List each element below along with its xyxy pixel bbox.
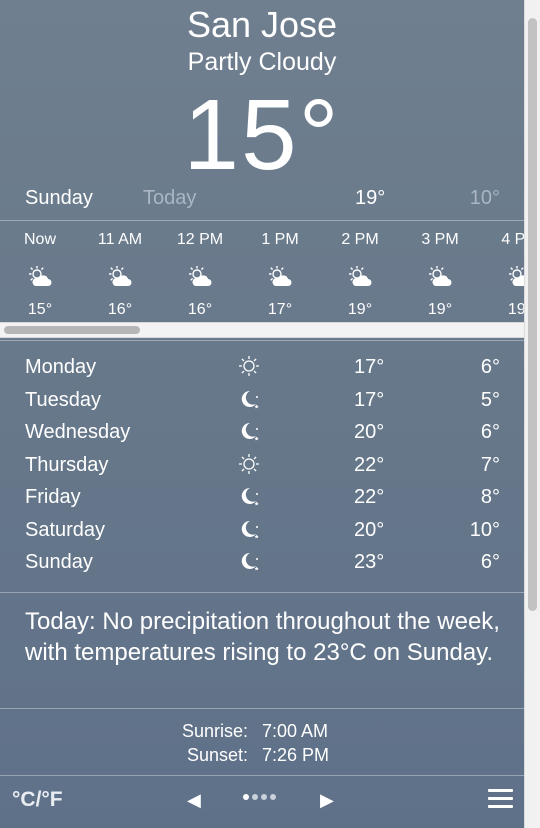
- previous-location-button[interactable]: ◀: [187, 790, 201, 811]
- sunset-label: Sunset:: [186, 745, 248, 765]
- divider: [0, 708, 524, 709]
- day-low: 10°: [469, 518, 500, 541]
- today-day: Sunday: [25, 187, 93, 209]
- hourly-scrollbar-thumb[interactable]: [4, 326, 140, 334]
- day-name: Tuesday: [25, 388, 101, 411]
- day-name: Sunday: [25, 551, 93, 573]
- daily-row: Thursday 22° 7°: [0, 450, 524, 483]
- hour-temp: 15°: [27, 301, 53, 318]
- hour-time: 1 PM: [261, 231, 299, 248]
- bottom-toolbar: °C/°F ◀ ▶: [0, 778, 524, 828]
- partly-cloudy-icon: [160, 263, 240, 291]
- day-high: 22°: [354, 486, 385, 508]
- day-name: Wednesday: [25, 421, 131, 443]
- day-high: 20°: [354, 421, 385, 443]
- day-low: 6°: [480, 356, 500, 378]
- forecast-summary: Today: No precipitation throughout the w…: [25, 608, 500, 666]
- hour-temp: 16°: [107, 301, 133, 318]
- sun-icon: [237, 452, 261, 482]
- hour-temp: 19°: [427, 301, 453, 318]
- weather-panel: San Jose Partly Cloudy 15° Sunday Today …: [0, 0, 524, 828]
- partly-cloudy-icon: [320, 263, 400, 291]
- moon-stars-icon: [237, 517, 261, 547]
- day-high: 23°: [354, 551, 385, 573]
- hour-time: 11 AM: [97, 231, 143, 248]
- daily-row: Friday 22° 8°: [0, 482, 524, 515]
- menu-icon[interactable]: [488, 789, 513, 813]
- hour-item: Now 15°: [0, 221, 80, 319]
- hour-item: 12 PM 16°: [160, 221, 240, 319]
- vertical-scrollbar-thumb[interactable]: [528, 18, 537, 611]
- hour-item: 11 AM 16°: [80, 221, 160, 319]
- day-high: 17°: [354, 388, 385, 411]
- today-low: 10°: [469, 187, 500, 209]
- hourly-scrollbar[interactable]: [0, 322, 524, 338]
- sunset-time: 7:26 PM: [262, 745, 330, 765]
- hour-temp: 17°: [267, 301, 293, 318]
- page-dot[interactable]: [261, 794, 267, 800]
- today-summary-row: Sunday Today 19° 10°: [0, 185, 524, 217]
- hour-item: 1 PM 17°: [240, 221, 320, 319]
- moon-stars-icon: [237, 387, 261, 417]
- divider: [0, 340, 524, 341]
- hour-temp: 19°: [347, 301, 373, 318]
- daily-row: Sunday 23° 6°: [0, 547, 524, 580]
- city-name: San Jose: [186, 4, 338, 45]
- daily-row: Tuesday 17° 5°: [0, 385, 524, 418]
- day-name: Monday: [25, 356, 97, 378]
- partly-cloudy-icon: [240, 263, 320, 291]
- moon-stars-icon: [237, 419, 261, 449]
- day-name: Thursday: [25, 453, 109, 476]
- daily-row: Wednesday 20° 6°: [0, 417, 524, 450]
- day-low: 8°: [480, 486, 500, 508]
- daily-row: Monday 17° 6°: [0, 352, 524, 385]
- daily-row: Saturday 20° 10°: [0, 515, 524, 548]
- day-high: 20°: [354, 518, 385, 541]
- page-dot[interactable]: [270, 794, 276, 800]
- current-temperature: 15°: [183, 79, 341, 191]
- day-low: 6°: [480, 421, 500, 443]
- partly-cloudy-icon: [0, 263, 80, 291]
- hour-item: 2 PM 19°: [320, 221, 400, 319]
- hour-item: 4 PM 19°: [480, 221, 524, 319]
- moon-stars-icon: [237, 549, 261, 579]
- page-indicator: [243, 794, 276, 800]
- sun-icon: [237, 354, 261, 384]
- sunrise-label: Sunrise:: [181, 721, 248, 741]
- day-low: 5°: [480, 388, 500, 411]
- sun-times: Sunrise: 7:00 AM Sunset: 7:26 PM: [0, 721, 524, 769]
- day-high: 22°: [354, 453, 385, 476]
- day-high: 17°: [354, 356, 385, 378]
- page-dot[interactable]: [252, 794, 258, 800]
- next-location-button[interactable]: ▶: [320, 790, 334, 811]
- hour-time: Now: [23, 231, 56, 248]
- page-dot[interactable]: [243, 794, 249, 800]
- vertical-scrollbar[interactable]: [524, 0, 540, 828]
- hourly-forecast[interactable]: Now 15° 11 AM 16° 12 PM 16° 1 PM 17° 2 P…: [0, 221, 524, 321]
- hour-temp: 16°: [187, 301, 213, 318]
- hour-time: 12 PM: [176, 231, 224, 248]
- hour-time: 3 PM: [421, 231, 459, 248]
- divider: [0, 775, 524, 776]
- hour-time: 4 PM: [501, 231, 524, 248]
- day-name: Friday: [25, 486, 81, 508]
- divider: [0, 592, 524, 593]
- sunrise-time: 7:00 AM: [262, 721, 329, 741]
- day-low: 7°: [480, 453, 500, 476]
- moon-stars-icon: [237, 484, 261, 514]
- partly-cloudy-icon: [480, 263, 524, 291]
- partly-cloudy-icon: [400, 263, 480, 291]
- daily-forecast: Monday 17° 6° Tuesday 17° 5° Wednesday 2…: [0, 352, 524, 580]
- current-condition: Partly Cloudy: [187, 48, 337, 76]
- today-label: Today: [143, 187, 197, 209]
- partly-cloudy-icon: [80, 263, 160, 291]
- hour-temp: 19°: [507, 301, 524, 318]
- today-high: 19°: [355, 187, 386, 209]
- day-name: Saturday: [25, 518, 106, 541]
- day-low: 6°: [480, 551, 500, 573]
- hour-item: 3 PM 19°: [400, 221, 480, 319]
- unit-toggle-button[interactable]: °C/°F: [12, 788, 63, 812]
- hour-time: 2 PM: [341, 231, 379, 248]
